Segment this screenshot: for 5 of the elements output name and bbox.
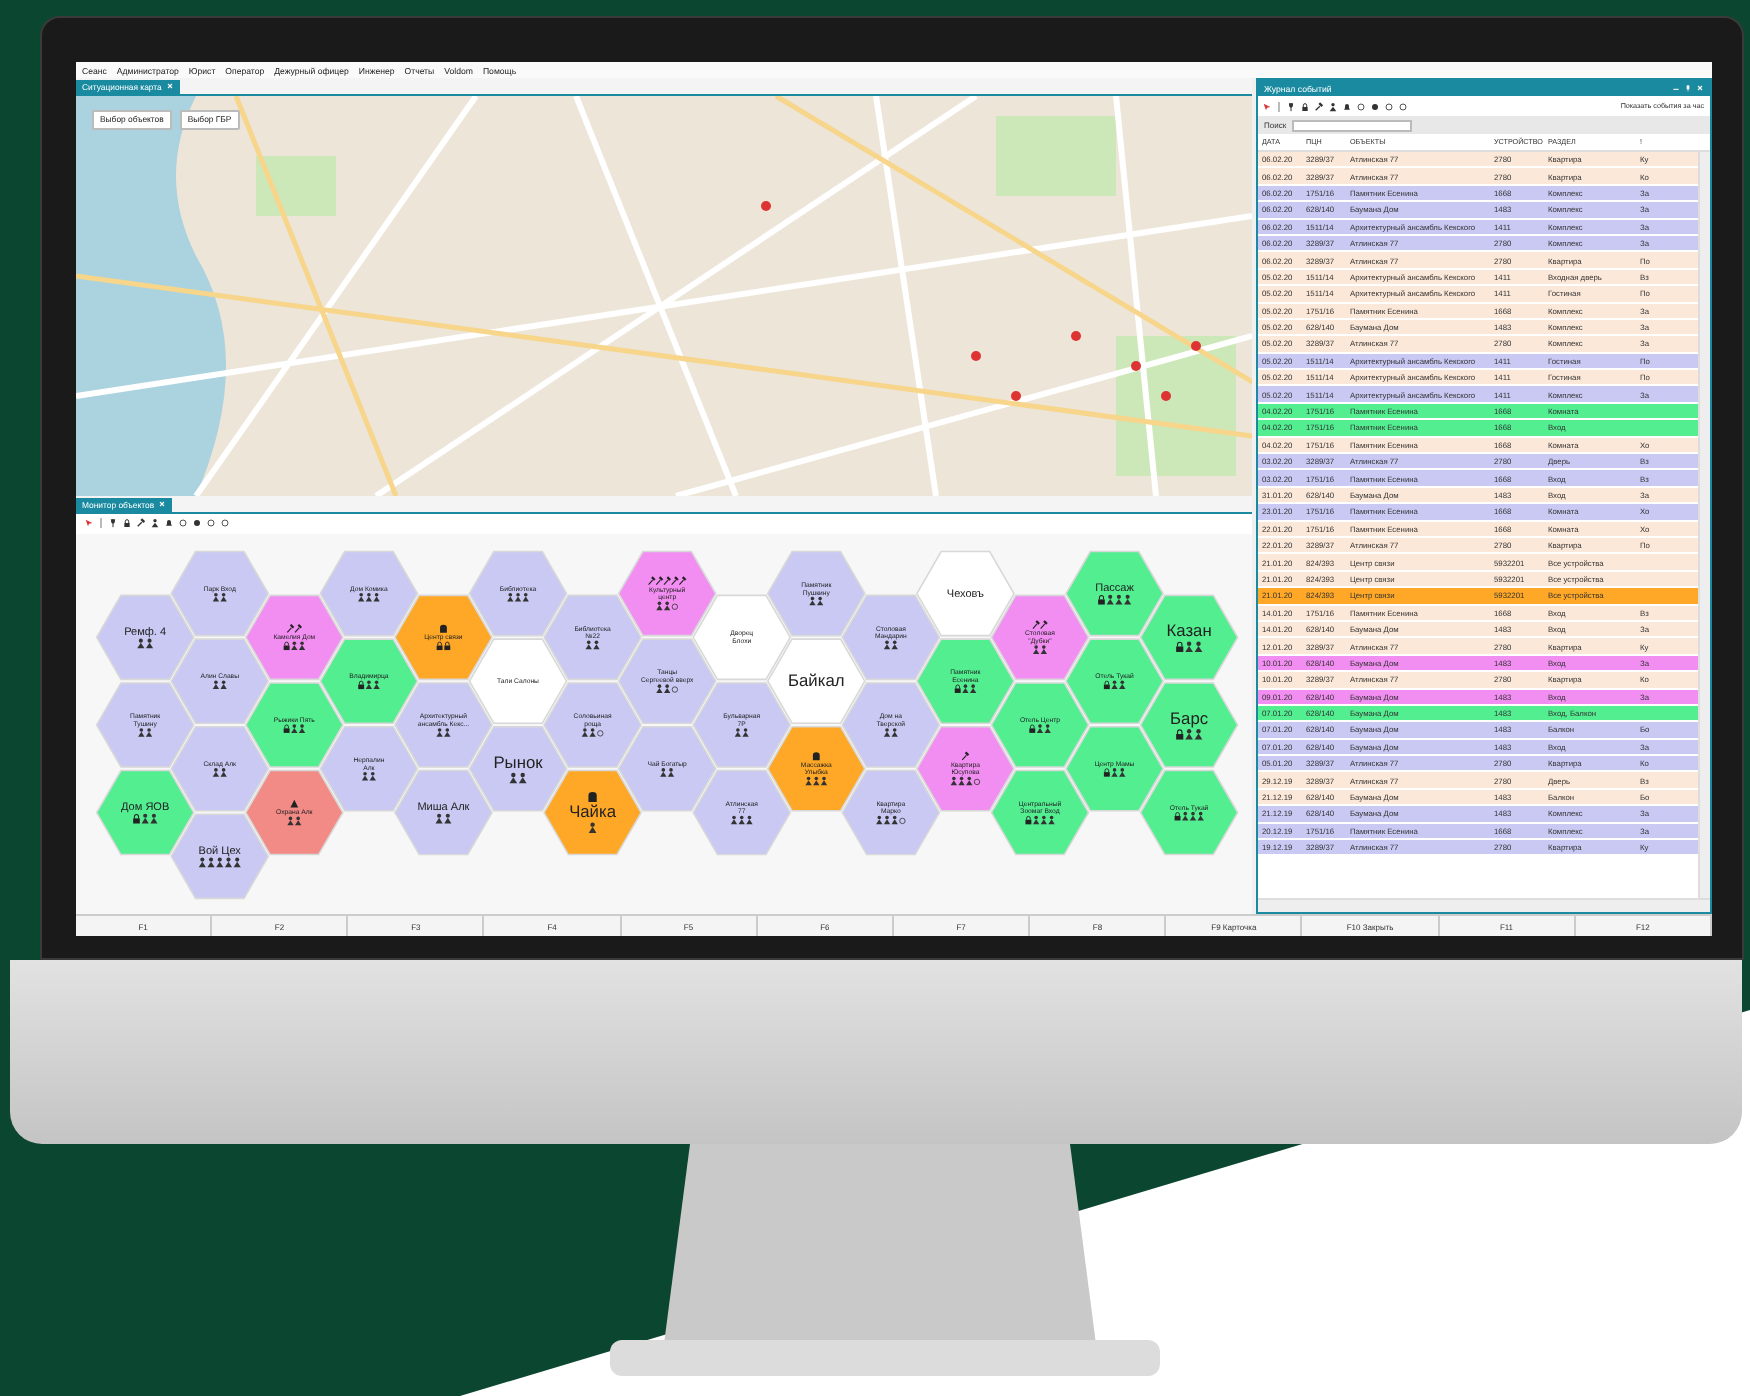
hex-label: Рынок <box>493 750 543 771</box>
hex-label: Чайка <box>569 800 617 821</box>
hex-label: Байкал <box>788 669 845 690</box>
hex-label: Барс <box>1170 707 1209 728</box>
hex-label: Казан <box>1166 619 1212 640</box>
